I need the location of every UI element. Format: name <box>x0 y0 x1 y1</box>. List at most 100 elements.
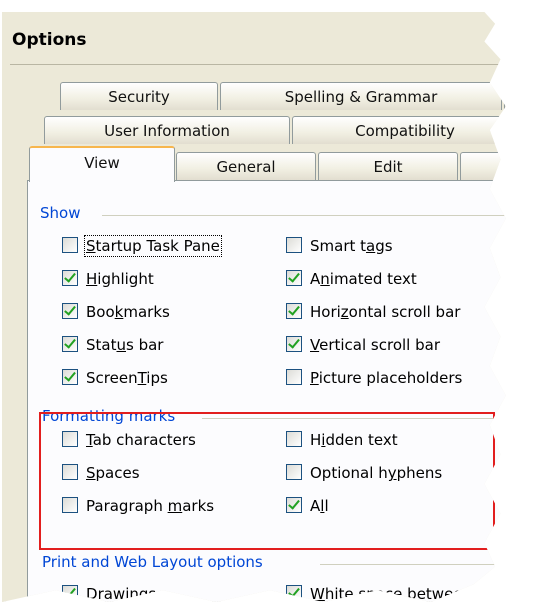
formatting-hidden-text-option[interactable]: Hidden text <box>286 428 398 452</box>
tab-print[interactable]: Pri <box>460 152 506 180</box>
formatting-group-label: Formatting marks <box>42 407 182 425</box>
print-web-white-space-between-option[interactable]: White space between <box>286 582 472 602</box>
label-text: hite space between <box>324 585 473 602</box>
show-bookmarks-option[interactable]: Bookmarks <box>62 300 170 324</box>
formatting-all-option[interactable]: All <box>286 494 329 518</box>
tab-compatibility[interactable]: Compatibility <box>292 116 506 144</box>
access-key: y <box>387 464 397 482</box>
access-key: P <box>310 369 319 387</box>
picture-placeholders-checkbox[interactable] <box>286 369 302 385</box>
label-text: Boo <box>86 303 115 321</box>
startup-task-pane-label: Startup Task Pane <box>84 235 222 257</box>
label-text: imated text <box>329 270 417 288</box>
tab-security[interactable]: Security <box>60 82 218 110</box>
options-dialog: Options Security Spelling & Grammar User… <box>2 12 538 602</box>
hidden-text-label: Hidden text <box>310 431 398 449</box>
print-web-group-label: Print and Web Layout options <box>42 553 269 571</box>
show-screentips-option[interactable]: ScreenTips <box>62 366 168 390</box>
tab-characters-label: Tab characters <box>86 431 196 449</box>
label-text: ab characters <box>92 431 196 449</box>
label-text: icture placeholders <box>318 369 463 387</box>
label-text: A <box>310 497 321 515</box>
screentips-checkbox[interactable] <box>62 369 78 385</box>
label-text: Optional h <box>310 464 388 482</box>
all-label: All <box>310 497 329 515</box>
hidden-text-checkbox[interactable] <box>286 431 302 447</box>
bookmarks-label: Bookmarks <box>86 303 170 321</box>
label-text: ontal scroll bar <box>348 303 461 321</box>
paragraph-marks-label: Paragraph marks <box>86 497 214 515</box>
label-text: s bar <box>126 336 164 354</box>
formatting-group-rule <box>202 418 506 419</box>
formatting-optional-hyphens-option[interactable]: Optional hyphens <box>286 461 442 485</box>
access-key: H <box>86 270 98 288</box>
formatting-paragraph-marks-option[interactable]: Paragraph marks <box>62 494 214 518</box>
label-text: phens <box>396 464 443 482</box>
show-picture-placeholders-option[interactable]: Picture placeholders <box>286 366 462 390</box>
tab-general[interactable]: General <box>176 152 316 180</box>
access-key: u <box>116 336 126 354</box>
label-text: paces <box>95 464 140 482</box>
paragraph-marks-checkbox[interactable] <box>62 497 78 513</box>
spaces-label: Spaces <box>86 464 140 482</box>
white-space-between-checkbox[interactable] <box>286 585 302 601</box>
tab-row1-overflow[interactable] <box>504 82 506 110</box>
print-web-drawings-option[interactable]: Drawings <box>62 582 156 602</box>
label-text: Paragraph <box>86 497 168 515</box>
startup-task-pane-checkbox[interactable] <box>62 237 78 253</box>
formatting-spaces-option[interactable]: Spaces <box>62 461 140 485</box>
drawings-checkbox[interactable] <box>62 585 78 601</box>
label-text: Stat <box>86 336 117 354</box>
title-divider <box>10 64 506 65</box>
print-web-group-rule <box>320 564 506 565</box>
smart-tags-checkbox[interactable] <box>286 237 302 253</box>
spaces-checkbox[interactable] <box>62 464 78 480</box>
show-status-bar-option[interactable]: Status bar <box>62 333 163 357</box>
show-highlight-option[interactable]: Highlight <box>62 267 154 291</box>
access-key: T <box>86 431 93 449</box>
access-key: a <box>366 237 376 255</box>
show-horizontal-scroll-bar-option[interactable]: Horizontal scroll bar <box>286 300 460 324</box>
all-checkbox[interactable] <box>286 497 302 513</box>
access-key: S <box>86 464 96 482</box>
show-animated-text-option[interactable]: Animated text <box>286 267 417 291</box>
show-group-label: Show <box>40 204 87 222</box>
label-text: H <box>310 431 322 449</box>
access-key: D <box>86 585 98 602</box>
vertical-scroll-bar-label: Vertical scroll bar <box>310 336 440 354</box>
white-space-between-label: White space between <box>310 585 472 602</box>
show-group-rule <box>102 215 506 216</box>
label-text: Hori <box>310 303 341 321</box>
formatting-tab-characters-option[interactable]: Tab characters <box>62 428 196 452</box>
label-text: ighlight <box>97 270 154 288</box>
label-text: l <box>324 497 329 515</box>
access-key: V <box>310 336 320 354</box>
access-key: T <box>137 369 147 387</box>
optional-hyphens-checkbox[interactable] <box>286 464 302 480</box>
label-text: Smart t <box>310 237 367 255</box>
tab-row2-overflow[interactable] <box>520 116 538 144</box>
picture-placeholders-label: Picture placeholders <box>310 369 462 387</box>
animated-text-label: Animated text <box>310 270 417 288</box>
show-vertical-scroll-bar-option[interactable]: Vertical scroll bar <box>286 333 440 357</box>
screenshot-stage: Options Security Spelling & Grammar User… <box>0 0 542 602</box>
highlight-checkbox[interactable] <box>62 270 78 286</box>
status-bar-checkbox[interactable] <box>62 336 78 352</box>
label-text: dden text <box>325 431 398 449</box>
tab-edit[interactable]: Edit <box>318 152 458 180</box>
tab-view[interactable]: View <box>29 146 175 182</box>
tab-characters-checkbox[interactable] <box>62 431 78 447</box>
highlight-label: Highlight <box>86 270 154 288</box>
horizontal-scroll-bar-checkbox[interactable] <box>286 303 302 319</box>
tab-spelling-grammar[interactable]: Spelling & Grammar <box>220 82 502 110</box>
show-startup-task-pane-option[interactable]: Startup Task Pane <box>62 234 222 258</box>
animated-text-checkbox[interactable] <box>286 270 302 286</box>
access-key: z <box>340 303 349 321</box>
label-text: ips <box>146 369 168 387</box>
label-text: ertical scroll bar <box>319 336 440 354</box>
show-smart-tags-option[interactable]: Smart tags <box>286 234 393 258</box>
vertical-scroll-bar-checkbox[interactable] <box>286 336 302 352</box>
smart-tags-label: Smart tags <box>310 237 393 255</box>
tab-user-information[interactable]: User Information <box>44 116 290 144</box>
bookmarks-checkbox[interactable] <box>62 303 78 319</box>
